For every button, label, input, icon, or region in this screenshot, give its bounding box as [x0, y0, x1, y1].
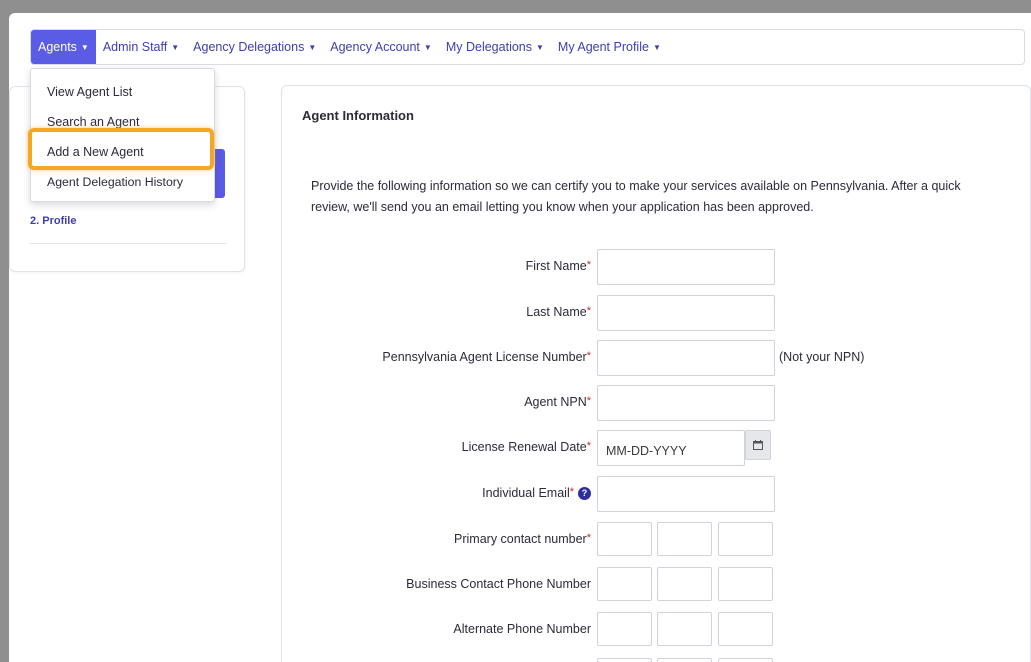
primary-phone-label-text: Primary contact number [454, 532, 587, 546]
menu-item-view-agent-list[interactable]: View Agent List [47, 85, 132, 99]
license-number-label: Pennsylvania Agent License Number* [382, 350, 591, 364]
last-name-label-text: Last Name [526, 305, 587, 319]
agent-information-card: Agent Information Provide the following … [281, 85, 1031, 662]
primary-phone-prefix-input[interactable] [657, 522, 712, 556]
renewal-date-label-text: License Renewal Date [461, 440, 587, 454]
calendar-icon[interactable] [745, 430, 771, 460]
nav-agency-account-label: Agency Account [330, 40, 420, 54]
menu-item-search-agent[interactable]: Search an Agent [47, 115, 139, 129]
nav-admin-staff[interactable]: Admin Staff ▼ [96, 30, 186, 64]
field-primary-phone: Primary contact number* [282, 522, 1031, 558]
nav-agents-label: Agents [38, 40, 77, 54]
field-email: Individual Email*? [282, 476, 1031, 512]
nav-agents[interactable]: Agents ▼ [31, 30, 96, 64]
business-phone-label-text: Business Contact Phone Number [406, 577, 591, 591]
field-agent-npn: Agent NPN* [282, 385, 1031, 421]
business-phone-area-input[interactable] [597, 567, 652, 601]
agent-npn-label-text: Agent NPN [524, 395, 587, 409]
menu-item-add-new-agent[interactable]: Add a New Agent [47, 145, 144, 159]
email-label-text: Individual Email [482, 486, 570, 500]
nav-my-agent-profile[interactable]: My Agent Profile ▼ [551, 30, 668, 64]
nav-my-delegations[interactable]: My Delegations ▼ [439, 30, 551, 64]
primary-phone-area-input[interactable] [597, 522, 652, 556]
nav-agency-delegations-label: Agency Delegations [193, 40, 305, 54]
sidebar-divider [30, 243, 226, 244]
section-title: Agent Information [302, 108, 414, 123]
business-phone-line-input[interactable] [718, 567, 773, 601]
license-number-input[interactable] [597, 340, 775, 376]
business-phone-prefix-input[interactable] [657, 567, 712, 601]
caret-down-icon: ▼ [423, 42, 432, 52]
alternate-phone-area-input[interactable] [597, 612, 652, 646]
top-nav: Agents ▼ Admin Staff ▼ Agency Delegations ▼… [30, 29, 1025, 65]
caret-down-icon: ▼ [308, 42, 317, 52]
primary-phone-label: Primary contact number* [454, 532, 591, 546]
intro-text: Provide the following information so we … [311, 179, 961, 214]
required-marker: * [569, 486, 574, 498]
alternate-phone-line-input[interactable] [718, 612, 773, 646]
first-name-label: First Name* [526, 259, 591, 273]
caret-down-icon: ▼ [80, 42, 89, 52]
renewal-date-label: License Renewal Date* [462, 440, 591, 454]
license-number-label-text: Pennsylvania Agent License Number [382, 350, 587, 364]
last-name-input[interactable] [597, 295, 775, 331]
sidebar-step-profile[interactable]: 2. Profile [30, 215, 76, 227]
primary-phone-line-input[interactable] [718, 522, 773, 556]
alternate-phone-label-text: Alternate Phone Number [453, 622, 591, 636]
license-note: (Not your NPN) [779, 350, 865, 364]
field-renewal-date: License Renewal Date* [282, 430, 1031, 466]
field-next-partial [282, 658, 1031, 662]
partial-input-1[interactable] [597, 658, 652, 662]
help-icon[interactable]: ? [578, 487, 591, 501]
caret-down-icon: ▼ [652, 42, 661, 52]
field-first-name: First Name* [282, 249, 1031, 285]
renewal-date-input[interactable] [597, 430, 745, 466]
nav-my-delegations-label: My Delegations [445, 40, 532, 54]
email-label: Individual Email*? [482, 486, 591, 501]
agents-dropdown-menu: View Agent List Search an Agent Add a Ne… [30, 68, 215, 202]
field-last-name: Last Name* [282, 295, 1031, 331]
first-name-input[interactable] [597, 249, 775, 285]
required-marker: * [586, 440, 591, 452]
caret-down-icon: ▼ [171, 42, 180, 52]
field-license-number: Pennsylvania Agent License Number* (Not … [282, 340, 1031, 376]
nav-my-agent-profile-label: My Agent Profile [557, 40, 649, 54]
required-marker: * [586, 395, 591, 407]
field-alternate-phone: Alternate Phone Number [282, 612, 1031, 648]
app-window: Agents ▼ Admin Staff ▼ Agency Delegations ▼… [9, 13, 1031, 662]
last-name-label: Last Name* [526, 305, 591, 319]
nav-admin-staff-label: Admin Staff [102, 40, 168, 54]
menu-item-agent-delegation-history[interactable]: Agent Delegation History [47, 175, 183, 189]
email-input[interactable] [597, 476, 775, 512]
required-marker: * [586, 259, 591, 271]
alternate-phone-label: Alternate Phone Number [453, 622, 591, 636]
nav-agency-delegations[interactable]: Agency Delegations ▼ [186, 30, 323, 64]
agent-npn-label: Agent NPN* [524, 395, 591, 409]
nav-agency-account[interactable]: Agency Account ▼ [323, 30, 439, 64]
agent-npn-input[interactable] [597, 385, 775, 421]
partial-input-3[interactable] [718, 658, 773, 662]
field-business-phone: Business Contact Phone Number [282, 567, 1031, 603]
first-name-label-text: First Name [525, 259, 587, 273]
partial-input-2[interactable] [657, 658, 712, 662]
required-marker: * [586, 532, 591, 544]
caret-down-icon: ▼ [536, 42, 544, 52]
required-marker: * [586, 350, 591, 362]
alternate-phone-prefix-input[interactable] [657, 612, 712, 646]
business-phone-label: Business Contact Phone Number [406, 577, 591, 591]
required-marker: * [586, 305, 591, 317]
